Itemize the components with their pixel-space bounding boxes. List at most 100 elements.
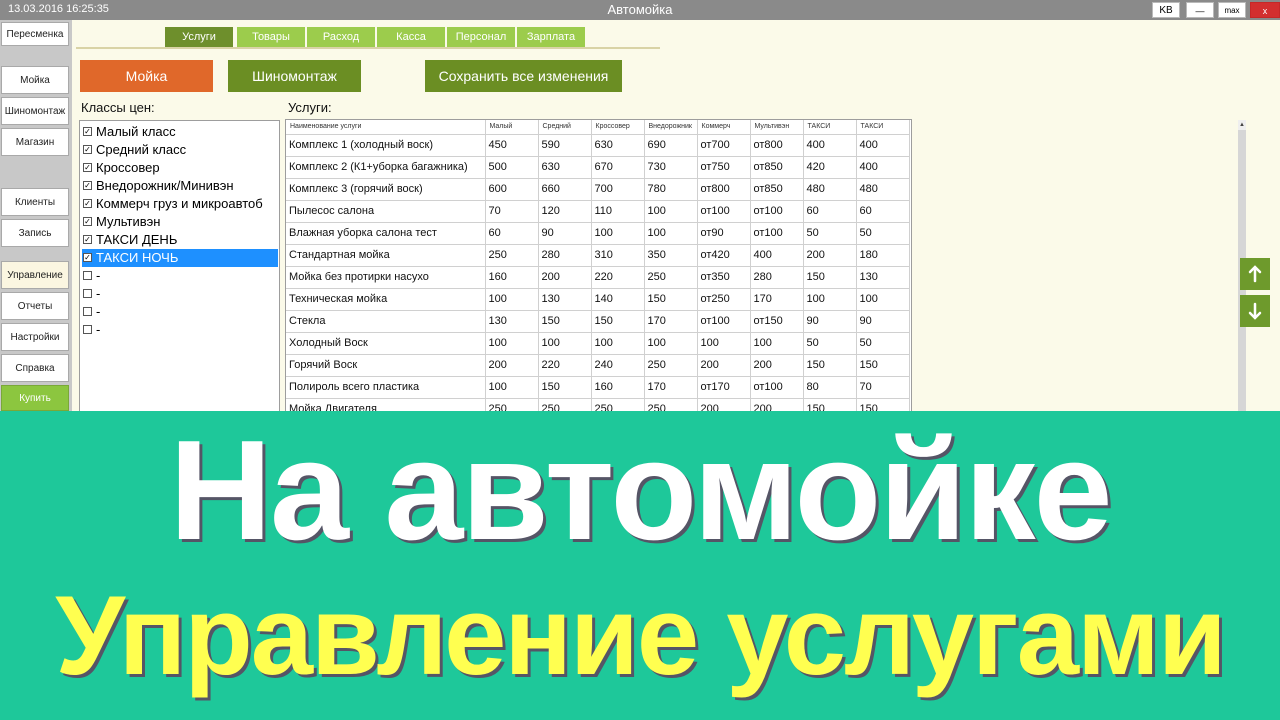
price-cell[interactable]: 400 <box>856 156 910 179</box>
price-cell[interactable]: от350 <box>697 266 751 289</box>
price-cell[interactable]: от170 <box>697 376 751 399</box>
nav-reports[interactable]: Отчеты <box>1 292 69 320</box>
price-class-item[interactable]: ✓ Коммерч груз и микроавтоб <box>82 195 278 213</box>
checkbox-checked-icon[interactable]: ✓ <box>83 163 92 172</box>
price-cell[interactable]: 100 <box>856 288 910 311</box>
checkbox-checked-icon[interactable]: ✓ <box>83 127 92 136</box>
price-cell[interactable]: 150 <box>803 354 857 377</box>
price-cell[interactable]: 670 <box>591 156 645 179</box>
price-cell[interactable]: 200 <box>803 244 857 267</box>
checkbox-unchecked-icon[interactable] <box>83 307 92 316</box>
save-all-button[interactable]: Сохранить все изменения <box>425 60 622 92</box>
price-cell[interactable]: 150 <box>644 288 698 311</box>
price-class-item[interactable]: ✓ Мультивэн <box>82 213 278 231</box>
price-cell[interactable]: 400 <box>750 244 804 267</box>
maximize-button[interactable]: max <box>1218 2 1246 18</box>
price-cell[interactable]: 100 <box>644 200 698 223</box>
service-name-cell[interactable]: Стандартная мойка <box>286 244 486 267</box>
price-cell[interactable]: 180 <box>856 244 910 267</box>
price-cell[interactable]: 160 <box>485 266 539 289</box>
price-cell[interactable]: 220 <box>591 266 645 289</box>
price-cell[interactable]: от800 <box>697 178 751 201</box>
minimize-button[interactable]: — <box>1186 2 1214 18</box>
price-cell[interactable]: 730 <box>644 156 698 179</box>
tab-services[interactable]: Услуги <box>165 27 233 47</box>
price-cell[interactable]: 110 <box>591 200 645 223</box>
price-cell[interactable]: 130 <box>856 266 910 289</box>
price-class-item[interactable]: ✓ Внедорожник/Минивэн <box>82 177 278 195</box>
price-cell[interactable]: 100 <box>591 332 645 355</box>
nav-clients[interactable]: Клиенты <box>1 188 69 216</box>
price-cell[interactable]: 150 <box>538 376 592 399</box>
tire-service-button[interactable]: Шиномонтаж <box>228 60 361 92</box>
price-cell[interactable]: 240 <box>591 354 645 377</box>
price-cell[interactable]: 250 <box>644 266 698 289</box>
price-cell[interactable]: 60 <box>485 222 539 245</box>
price-cell[interactable]: 600 <box>485 178 539 201</box>
price-cell[interactable]: 70 <box>856 376 910 399</box>
price-cell[interactable]: 100 <box>803 288 857 311</box>
price-cell[interactable]: 100 <box>485 376 539 399</box>
price-cell[interactable]: 100 <box>644 332 698 355</box>
checkbox-unchecked-icon[interactable] <box>83 325 92 334</box>
service-name-cell[interactable]: Комплекс 2 (К1+уборка багажника) <box>286 156 486 179</box>
table-row[interactable]: Стекла 130 150 150 170 от100 от150 90 90 <box>286 310 910 333</box>
price-cell[interactable]: 690 <box>644 134 698 157</box>
price-cell[interactable]: 90 <box>856 310 910 333</box>
keyboard-layout-button[interactable]: KB <box>1152 2 1180 18</box>
price-cell[interactable]: 220 <box>538 354 592 377</box>
price-cell[interactable]: 150 <box>591 310 645 333</box>
service-name-cell[interactable]: Стекла <box>286 310 486 333</box>
move-up-button[interactable] <box>1240 258 1270 290</box>
price-cell[interactable]: 60 <box>856 200 910 223</box>
checkbox-checked-icon[interactable]: ✓ <box>83 217 92 226</box>
wash-button[interactable]: Мойка <box>80 60 213 92</box>
table-row[interactable]: Мойка без протирки насухо 160 200 220 250 от3… <box>286 266 910 289</box>
price-cell[interactable]: от100 <box>697 310 751 333</box>
price-cell[interactable]: от850 <box>750 178 804 201</box>
column-header[interactable]: Коммерч <box>697 120 751 135</box>
checkbox-checked-icon[interactable]: ✓ <box>83 181 92 190</box>
tab-salary[interactable]: Зарплата <box>517 27 585 47</box>
price-class-item[interactable]: - <box>82 285 278 303</box>
price-cell[interactable]: 700 <box>591 178 645 201</box>
price-cell[interactable]: 450 <box>485 134 539 157</box>
tab-goods[interactable]: Товары <box>237 27 305 47</box>
price-cell[interactable]: 60 <box>803 200 857 223</box>
price-cell[interactable]: 100 <box>697 332 751 355</box>
nav-buy[interactable]: Купить <box>1 385 69 411</box>
price-cell[interactable]: 150 <box>803 266 857 289</box>
price-cell[interactable]: от850 <box>750 156 804 179</box>
table-row[interactable]: Техническая мойка 100 130 140 150 от250 170 100… <box>286 288 910 311</box>
service-name-cell[interactable]: Холодный Воск <box>286 332 486 355</box>
price-cell[interactable]: 170 <box>644 376 698 399</box>
price-cell[interactable]: 120 <box>538 200 592 223</box>
nav-wash[interactable]: Мойка <box>1 66 69 94</box>
price-cell[interactable]: 100 <box>538 332 592 355</box>
price-cell[interactable]: 140 <box>591 288 645 311</box>
price-class-item[interactable]: ✓ Малый класс <box>82 123 278 141</box>
price-cell[interactable]: 80 <box>803 376 857 399</box>
price-cell[interactable]: 400 <box>856 134 910 157</box>
price-cell[interactable]: 200 <box>750 354 804 377</box>
price-cell[interactable]: 90 <box>538 222 592 245</box>
service-name-cell[interactable]: Комплекс 1 (холодный воск) <box>286 134 486 157</box>
price-cell[interactable]: от800 <box>750 134 804 157</box>
price-cell[interactable]: 250 <box>644 354 698 377</box>
price-class-item[interactable]: - <box>82 321 278 339</box>
price-cell[interactable]: 50 <box>856 222 910 245</box>
price-cell[interactable]: 150 <box>538 310 592 333</box>
price-cell[interactable]: от100 <box>750 222 804 245</box>
price-class-item[interactable]: ✓ ТАКСИ ДЕНЬ <box>82 231 278 249</box>
checkbox-unchecked-icon[interactable] <box>83 289 92 298</box>
price-cell[interactable]: 350 <box>644 244 698 267</box>
column-header[interactable]: Кроссовер <box>591 120 645 135</box>
price-cell[interactable]: от250 <box>697 288 751 311</box>
checkbox-checked-icon[interactable]: ✓ <box>83 199 92 208</box>
table-row[interactable]: Пылесос салона 70 120 110 100 от100 от100 60 60 <box>286 200 910 223</box>
price-cell[interactable]: 200 <box>697 354 751 377</box>
service-name-cell[interactable]: Мойка без протирки насухо <box>286 266 486 289</box>
price-cell[interactable]: 420 <box>803 156 857 179</box>
nav-shift-change[interactable]: Пересменка <box>1 22 69 46</box>
checkbox-checked-icon[interactable]: ✓ <box>83 253 92 262</box>
